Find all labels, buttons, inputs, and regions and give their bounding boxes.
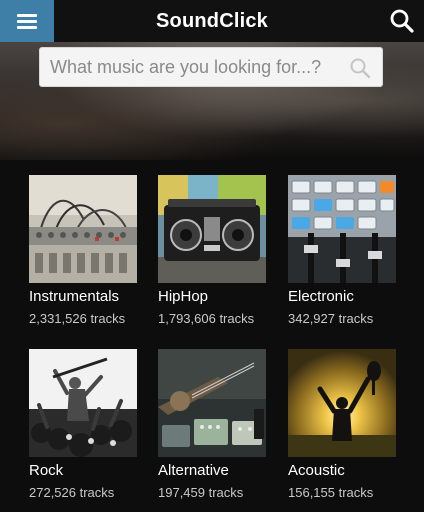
genre-track-count: 156,155 tracks [288, 485, 374, 500]
boombox-photo [158, 175, 266, 283]
genre-track-count: 197,459 tracks [158, 485, 244, 500]
menu-button[interactable] [0, 0, 54, 42]
genre-track-count: 2,331,526 tracks [29, 311, 126, 326]
top-bar: SoundClick [0, 0, 424, 42]
app-title: SoundClick [155, 10, 268, 32]
genre-name: Instrumentals [29, 288, 120, 305]
genre-name: Electronic [288, 288, 354, 305]
genre-name: HipHop [158, 288, 209, 305]
search-icon [390, 9, 414, 33]
genre-grid: Instrumentals 2,331,526 tracks HipHop 1,… [0, 160, 424, 512]
guitar-sunset-photo [288, 349, 396, 457]
search-button[interactable] [388, 7, 416, 35]
genre-card-rock[interactable]: Rock 272,526 tracks [29, 349, 137, 500]
genre-name: Alternative [158, 462, 229, 479]
genre-track-count: 1,793,606 tracks [158, 311, 255, 326]
mixer-buttons-photo [288, 175, 396, 283]
genre-track-count: 342,927 tracks [288, 311, 374, 326]
genre-name: Rock [29, 462, 64, 479]
genre-card-hiphop[interactable]: HipHop 1,793,606 tracks [158, 175, 266, 326]
search-input[interactable] [48, 48, 342, 86]
genre-card-alternative[interactable]: Alternative 197,459 tracks [158, 349, 266, 500]
search-icon[interactable] [348, 56, 372, 80]
search-box[interactable] [39, 47, 383, 87]
guitar-pedals-photo [158, 349, 266, 457]
hero-banner [0, 42, 424, 160]
genre-card-acoustic[interactable]: Acoustic 156,155 tracks [288, 349, 396, 500]
genre-card-instrumentals[interactable]: Instrumentals 2,331,526 tracks [29, 175, 137, 326]
genre-card-electronic[interactable]: Electronic 342,927 tracks [288, 175, 396, 326]
genre-track-count: 272,526 tracks [29, 485, 115, 500]
genre-name: Acoustic [288, 462, 345, 479]
hamburger-menu-icon [17, 13, 37, 29]
mixing-console-photo [29, 175, 137, 283]
rock-concert-photo [29, 349, 137, 457]
